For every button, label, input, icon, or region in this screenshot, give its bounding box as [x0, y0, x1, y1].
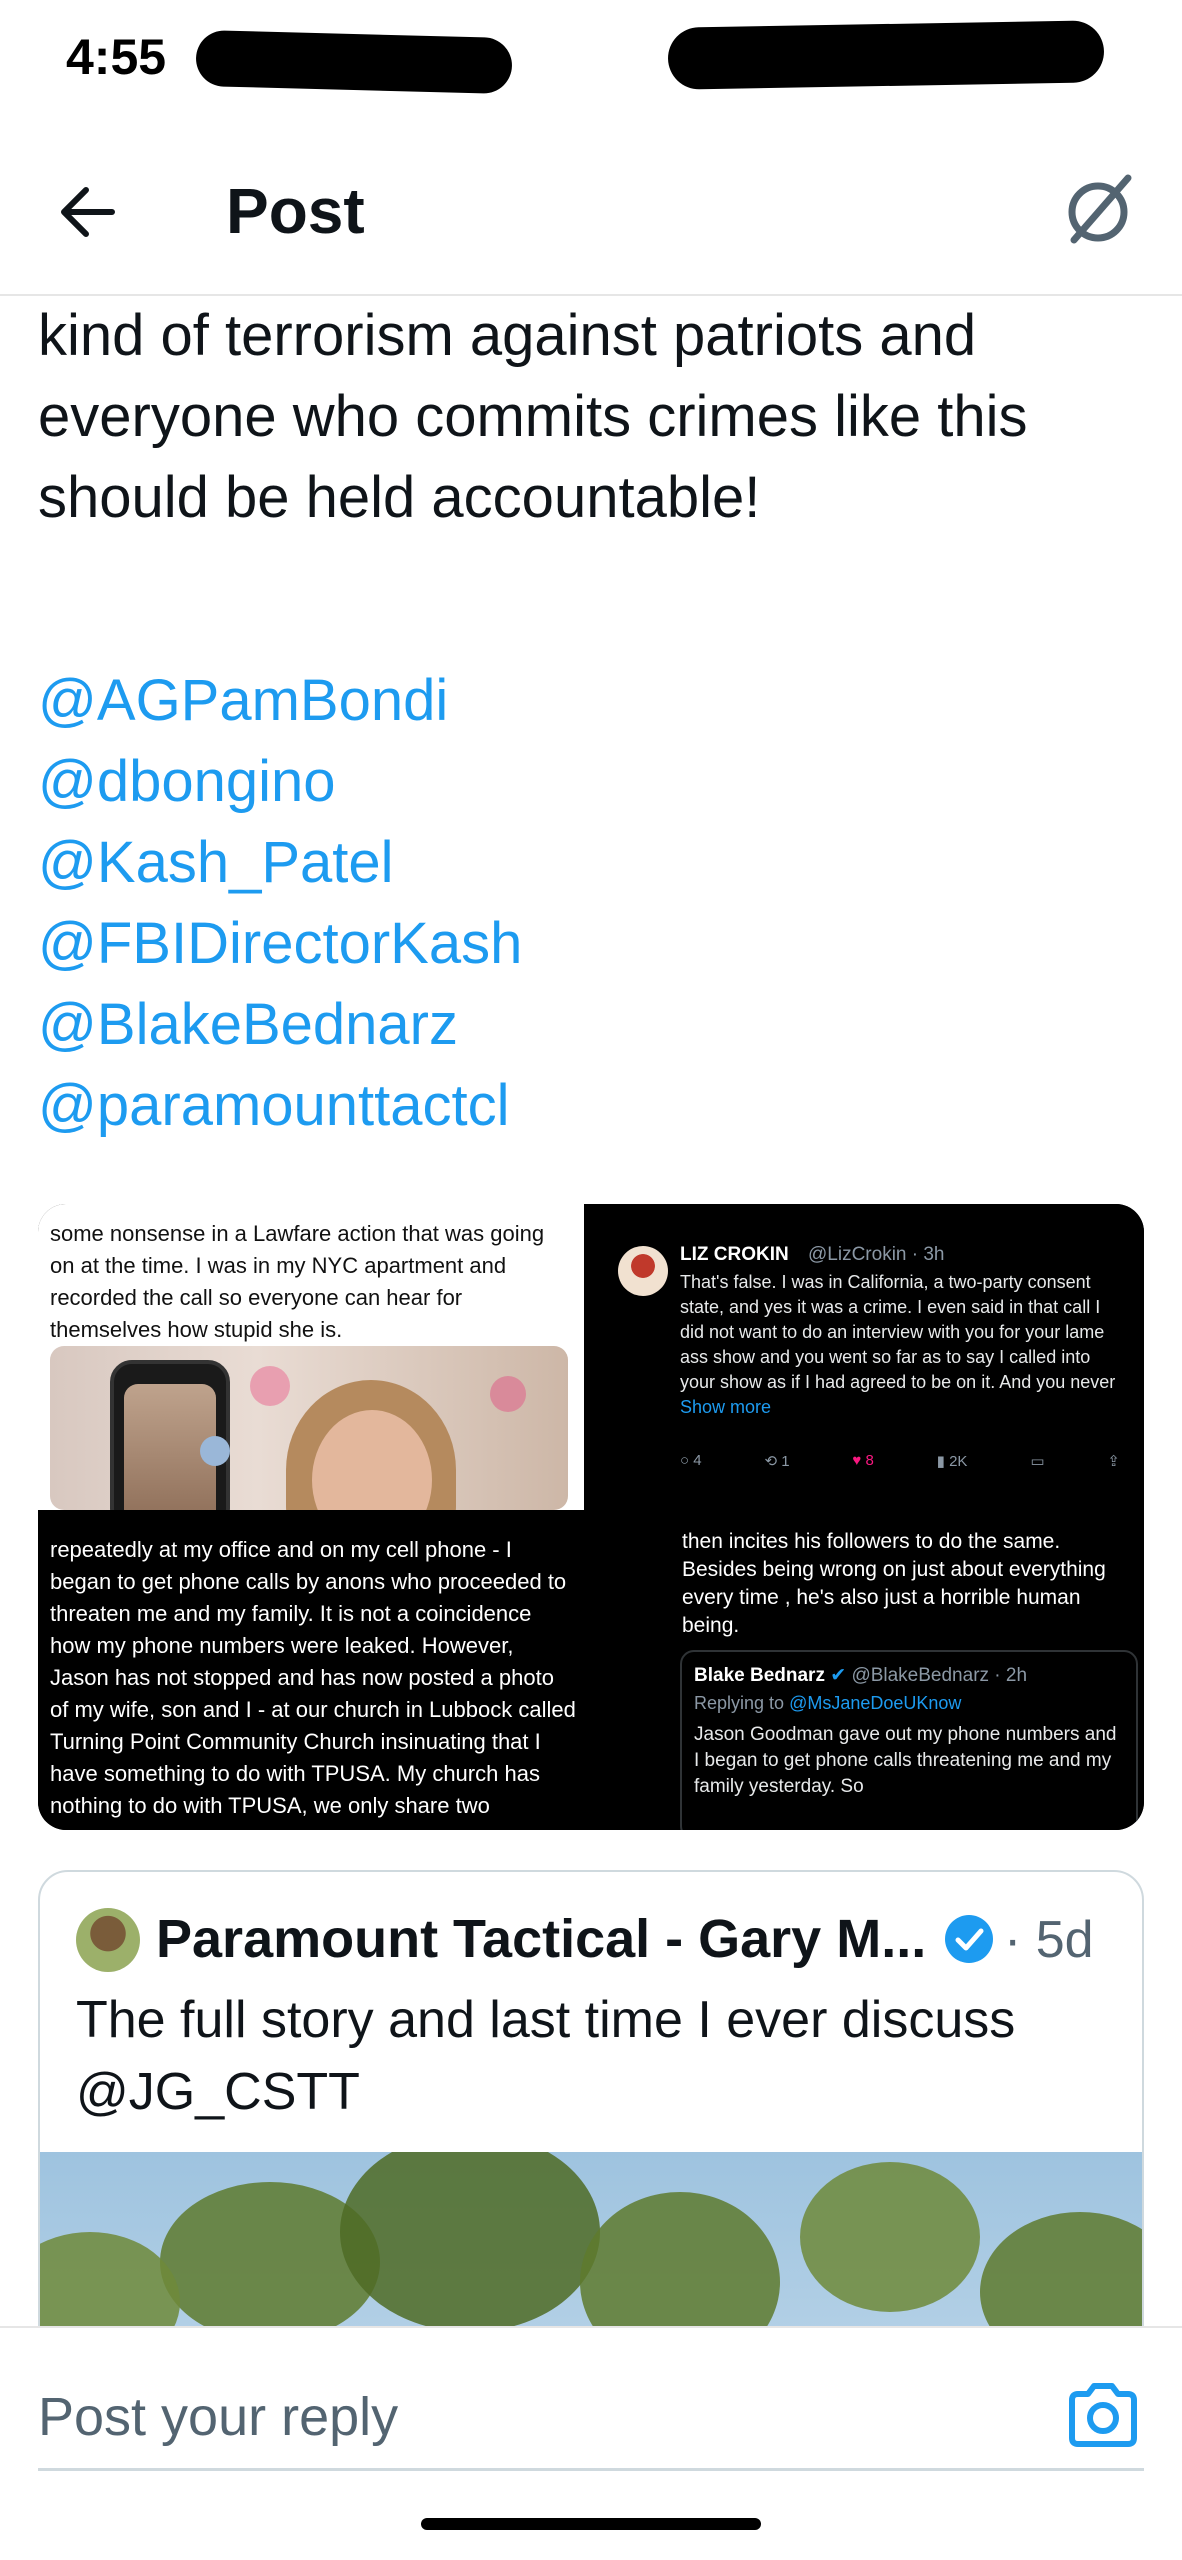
camera-icon — [1069, 2383, 1137, 2447]
post-time: · 5d — [1004, 1911, 1094, 1969]
redaction-mark — [667, 20, 1105, 90]
post-header: Post — [0, 120, 1182, 296]
arrow-left-icon — [61, 187, 115, 237]
page-title: Post — [226, 175, 365, 247]
status-bar: 4:55 — [0, 0, 1182, 120]
reply-count: ○ 4 — [680, 1452, 702, 1469]
quote-author-name: Blake Bednarz — [694, 1665, 825, 1686]
screenshot-text: then incites his followers to do the sam… — [682, 1530, 1106, 1637]
heart-icon: ♥ — [852, 1452, 866, 1469]
tweet-text: That's false. I was in California, a two… — [680, 1272, 1116, 1417]
share-icon: ⇪ — [1107, 1453, 1120, 1470]
quote-text: Jason Goodman gave out my phone numbers … — [694, 1724, 1117, 1797]
mention-list: @AGPamBondi @dbongino @Kash_Patel @FBIDi… — [38, 660, 522, 1146]
avatar — [618, 1246, 668, 1296]
grok-icon — [1068, 174, 1132, 244]
quoted-post-text: The full story and last time I ever disc… — [76, 1991, 1016, 2121]
show-more-link: Show more — [680, 1397, 772, 1417]
reply-icon: ○ — [680, 1452, 694, 1469]
video-thumbnail — [50, 1346, 568, 1510]
status-time: 4:55 — [66, 29, 167, 85]
tweet-author-handle: @LizCrokin · 3h — [808, 1244, 945, 1265]
media-grid: some nonsense in a Lawfare action that w… — [38, 1204, 1144, 1830]
mention-link[interactable]: @BlakeBednarz — [38, 984, 522, 1065]
media-image-top-right[interactable]: LIZ CROKIN @LizCrokin · 3h That's false.… — [598, 1204, 1144, 1510]
media-image-bottom-left[interactable]: repeatedly at my office and on my cell p… — [38, 1524, 584, 1830]
divider — [38, 2468, 1144, 2471]
reply-input[interactable]: Post your reply — [38, 2386, 398, 2448]
view-count: ▮ 2K — [936, 1453, 968, 1470]
views-icon: ▮ — [936, 1453, 950, 1470]
phone-image — [110, 1360, 230, 1510]
grok-button[interactable] — [1058, 168, 1142, 252]
repost-icon: ⟲ — [764, 1453, 782, 1470]
replying-to: Replying to @MsJaneDoeUKnow — [694, 1693, 962, 1713]
repost-count: ⟲ 1 — [764, 1453, 790, 1470]
screenshot-text: repeatedly at my office and on my cell p… — [50, 1537, 576, 1818]
screenshot-text: some nonsense in a Lawfare action that w… — [50, 1221, 545, 1342]
redaction-mark — [195, 29, 513, 95]
quote-author-handle: @BlakeBednarz · 2h — [851, 1665, 1028, 1686]
mention-link[interactable]: @FBIDirectorKash — [38, 903, 522, 984]
mention-link[interactable]: @dbongino — [38, 741, 522, 822]
mention-link[interactable]: @Kash_Patel — [38, 822, 522, 903]
bookmark-icon: ▭ — [1030, 1453, 1045, 1470]
quoted-author-name: Paramount Tactical - Gary M... — [156, 1909, 927, 1969]
back-button[interactable] — [52, 172, 132, 252]
verified-badge-icon: ✔ — [830, 1665, 847, 1686]
embedded-quote: Blake Bednarz ✔ @BlakeBednarz · 2h Reply… — [680, 1650, 1138, 1830]
tweet-author-name: LIZ CROKIN — [680, 1244, 789, 1265]
verified-badge-icon — [945, 1915, 993, 1963]
quoted-post-card[interactable]: Paramount Tactical - Gary M... · 5d The … — [38, 1870, 1144, 2390]
media-image-top-left[interactable]: some nonsense in a Lawfare action that w… — [38, 1204, 584, 1510]
camera-button[interactable] — [1064, 2376, 1142, 2454]
media-image-bottom-right[interactable]: then incites his followers to do the sam… — [598, 1524, 1144, 1830]
mention-link[interactable]: @paramounttactcl — [38, 1065, 522, 1146]
avatar — [76, 1908, 140, 1972]
mention-link[interactable]: @AGPamBondi — [38, 660, 522, 741]
tweet-stats: ○ 4 ⟲ 1 ♥ 8 ▮ 2K ▭ ⇪ — [680, 1452, 1120, 1470]
reply-bar: Post your reply — [0, 2326, 1182, 2560]
like-count: ♥ 8 — [852, 1452, 874, 1469]
home-indicator[interactable] — [421, 2518, 761, 2530]
